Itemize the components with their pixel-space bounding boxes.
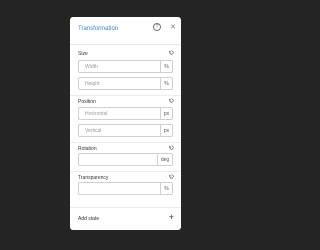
horizontal-unit: px <box>160 108 172 119</box>
reset-icon[interactable] <box>169 50 174 55</box>
panel-title: Transformation <box>78 26 119 32</box>
width-unit: % <box>160 61 172 72</box>
size-label: Size <box>78 51 88 57</box>
horizontal-placeholder: Horizontal <box>85 111 108 117</box>
width-field[interactable]: Width % <box>78 60 173 73</box>
vertical-placeholder: Vertical <box>85 128 102 134</box>
transparency-unit: % <box>160 183 172 194</box>
add-state-label[interactable]: Add state <box>78 216 99 222</box>
position-label: Position <box>78 99 96 105</box>
height-unit: % <box>160 78 172 89</box>
reset-icon[interactable] <box>169 174 174 179</box>
horizontal-field[interactable]: Horizontal px <box>78 107 173 120</box>
vertical-field[interactable]: Vertical px <box>78 124 173 137</box>
reset-icon[interactable] <box>169 98 174 103</box>
divider <box>70 95 181 96</box>
width-placeholder: Width <box>85 64 98 70</box>
help-icon[interactable]: ? <box>153 23 161 31</box>
plus-icon[interactable]: + <box>169 213 174 222</box>
divider <box>70 171 181 172</box>
divider <box>70 207 181 208</box>
transparency-field[interactable]: % <box>78 182 173 195</box>
height-placeholder: Height <box>85 81 100 87</box>
rotation-label: Rotation <box>78 146 97 152</box>
transparency-label: Transparency <box>78 175 109 181</box>
rotation-field[interactable]: deg <box>78 153 173 166</box>
reset-icon[interactable] <box>169 145 174 150</box>
close-icon[interactable]: ✕ <box>169 24 177 32</box>
divider <box>70 142 181 143</box>
panel-header: Transformation ? ✕ <box>70 17 181 45</box>
vertical-unit: px <box>160 125 172 136</box>
height-field[interactable]: Height % <box>78 77 173 90</box>
rotation-unit: deg <box>157 154 172 165</box>
transformation-panel: Transformation ? ✕ Size Width % Height %… <box>70 17 181 230</box>
